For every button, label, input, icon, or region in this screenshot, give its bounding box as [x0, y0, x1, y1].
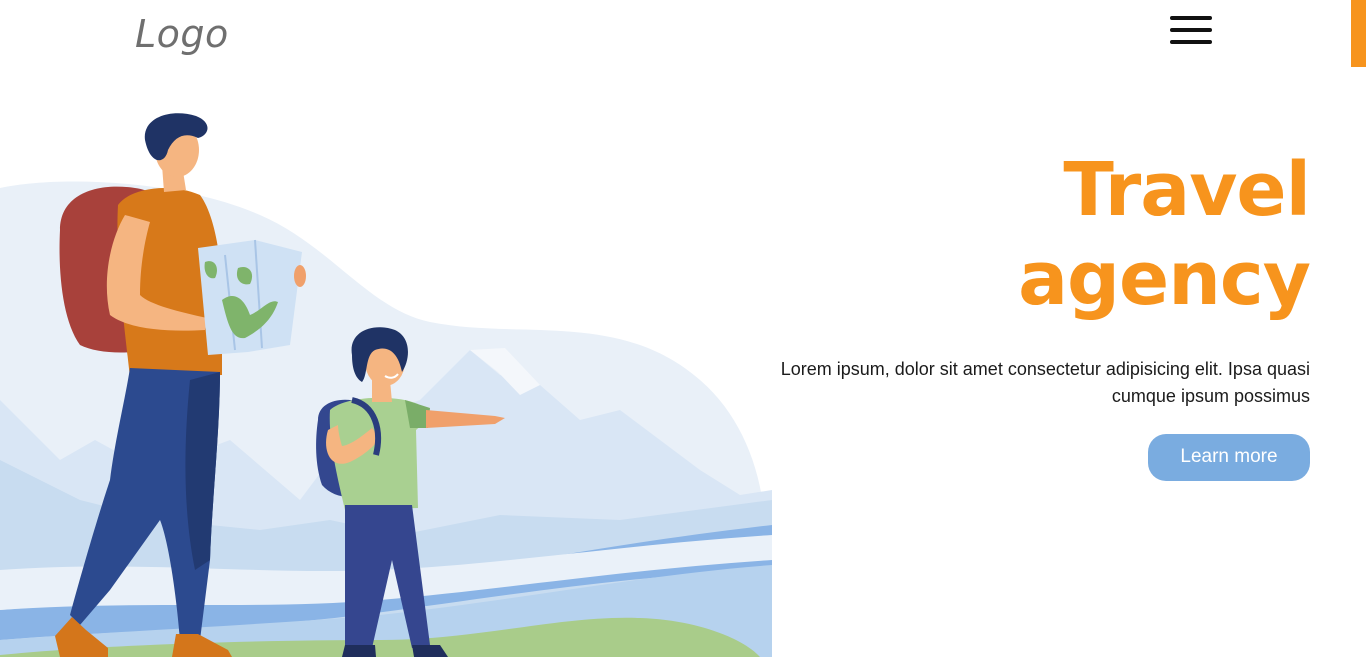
adult-hand	[294, 265, 306, 287]
map	[198, 240, 302, 355]
hamburger-line-middle	[1170, 28, 1212, 32]
hamburger-line-bottom	[1170, 40, 1212, 44]
hero-section: Travel agency Lorem ipsum, dolor sit ame…	[750, 146, 1311, 481]
hero-illustration	[0, 113, 772, 657]
child-shoe-left	[342, 645, 376, 657]
landing-page: Logo Travel agency Lorem ipsum, dolor si…	[0, 0, 1366, 657]
hero-title: Travel agency	[1018, 147, 1311, 322]
hamburger-line-top	[1170, 16, 1212, 20]
hero-description: Lorem ipsum, dolor sit amet consectetur …	[780, 358, 1310, 406]
scrollbar-accent[interactable]	[1351, 0, 1366, 67]
logo[interactable]: Logo	[135, 12, 229, 56]
hamburger-menu-icon[interactable]	[1170, 14, 1214, 48]
learn-more-button[interactable]: Learn more	[1148, 433, 1310, 481]
